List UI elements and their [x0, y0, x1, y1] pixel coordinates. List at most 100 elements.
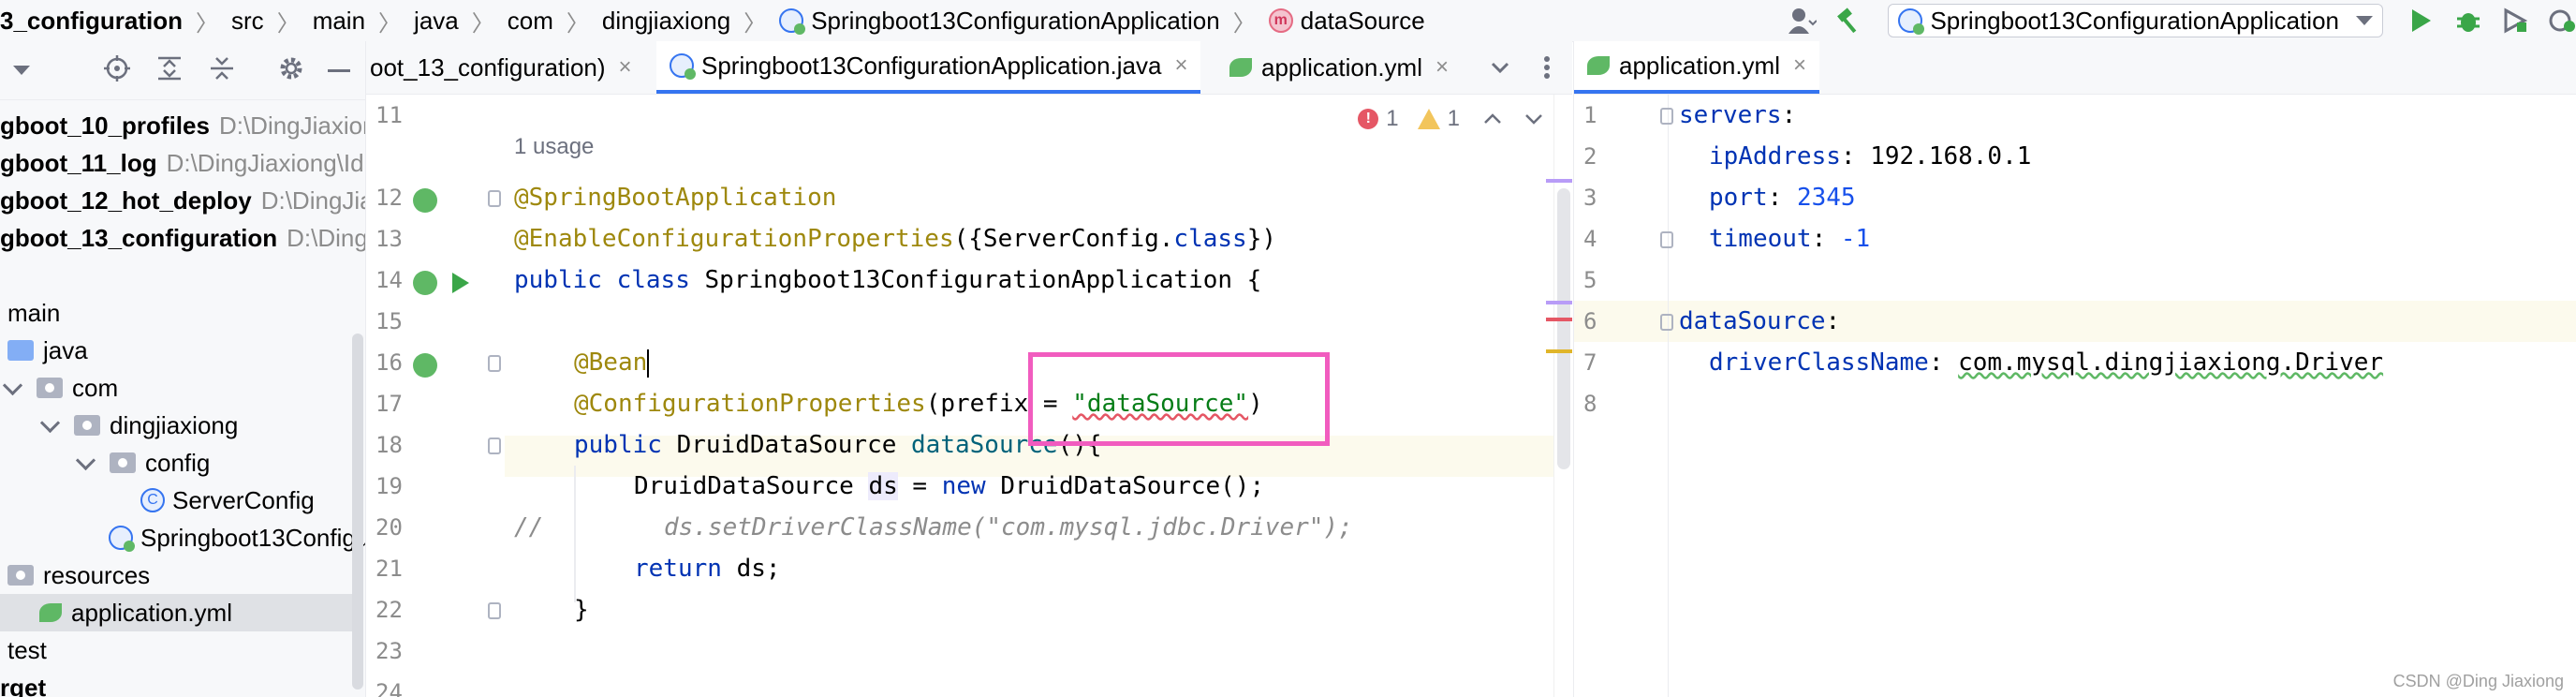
- error-stripe-marker[interactable]: [1546, 318, 1572, 321]
- highlight-annotation-box: [1028, 352, 1330, 446]
- breadcrumb-project[interactable]: 3_configuration: [0, 7, 183, 36]
- project-panel: gboot_10_profiles D:\DingJiaxion gboot_11…: [0, 41, 366, 697]
- text-cursor: [647, 348, 650, 378]
- breadcrumb-com[interactable]: com: [508, 7, 553, 36]
- spring-bean-gutter-icon[interactable]: [413, 353, 437, 378]
- close-icon[interactable]: ×: [619, 54, 632, 81]
- line-number: 23: [375, 638, 403, 664]
- tree-item-config[interactable]: config: [73, 444, 210, 482]
- tree-item-application-yml[interactable]: application.yml: [0, 594, 352, 631]
- tree-item-module[interactable]: gboot_13_configuration D:\Ding: [0, 219, 365, 257]
- locate-icon[interactable]: [103, 54, 131, 82]
- tree-item-module[interactable]: gboot_12_hot_deploy D:\DingJia: [0, 182, 365, 219]
- tab-application-yml-right[interactable]: application.yml ×: [1574, 41, 1819, 94]
- tree-item-module[interactable]: gboot_11_log D:\DingJiaxiong\Id: [0, 144, 364, 182]
- tree-item-com[interactable]: com: [0, 369, 118, 407]
- breadcrumb-java[interactable]: java: [414, 7, 459, 36]
- line-number: 4: [1583, 226, 1597, 252]
- tree-item-dingjiaxiong[interactable]: dingjiaxiong: [37, 407, 238, 444]
- chevron-down-icon[interactable]: [13, 66, 30, 75]
- chevron-up-icon[interactable]: [1482, 109, 1503, 129]
- yml-line-4: timeout: -1: [1709, 225, 1871, 253]
- resources-folder-icon: [7, 565, 34, 586]
- tree-item-resources[interactable]: resources: [7, 556, 150, 594]
- fold-marker-icon[interactable]: [1660, 314, 1673, 331]
- breadcrumb-class[interactable]: Springboot13ConfigurationApplication: [779, 7, 1220, 36]
- code-line-18: public DruidDataSource dataSource(){: [574, 431, 1102, 459]
- close-icon[interactable]: ×: [1793, 52, 1806, 79]
- debug-icon[interactable]: [2454, 7, 2482, 35]
- breadcrumb-method[interactable]: m dataSource: [1268, 7, 1425, 36]
- tab-application-yml[interactable]: application.yml ×: [1229, 41, 1449, 94]
- more-options-icon[interactable]: [1533, 53, 1561, 82]
- editor-tab-bar: oot_13_configuration) × Springboot13Conf…: [366, 41, 1572, 95]
- breadcrumb-dingjiaxiong[interactable]: dingjiaxiong: [602, 7, 730, 36]
- line-number: 11: [375, 102, 403, 128]
- chevron-down-icon: [2356, 16, 2373, 25]
- breadcrumb-separator: 〉: [743, 10, 767, 37]
- spring-class-icon: [109, 526, 135, 552]
- chevron-down-icon[interactable]: [75, 450, 96, 470]
- profiler-icon[interactable]: [2548, 7, 2576, 35]
- tree-item-main[interactable]: main: [7, 294, 60, 332]
- error-stripe-marker[interactable]: [1546, 179, 1572, 183]
- fold-marker-icon[interactable]: [488, 190, 501, 207]
- project-scrollbar[interactable]: [352, 334, 363, 690]
- fold-marker-icon[interactable]: [488, 437, 501, 454]
- inspection-widget[interactable]: ! 1 1: [1358, 106, 1544, 132]
- close-icon[interactable]: ×: [1435, 54, 1449, 81]
- gear-icon[interactable]: [277, 54, 305, 82]
- editor-gutter: 11 12 13 14 15 16 17 18 19 20 21 22 23 2…: [366, 95, 505, 697]
- close-icon[interactable]: ×: [1174, 52, 1187, 79]
- user-icon[interactable]: [1788, 7, 1818, 35]
- chevron-down-icon[interactable]: [2, 375, 23, 395]
- tree-item-serverconfig[interactable]: C ServerConfig: [140, 482, 315, 519]
- breadcrumb-main[interactable]: main: [313, 7, 365, 36]
- navigation-bar: 3_configuration 〉 src 〉 main 〉 java 〉 co…: [0, 0, 2576, 42]
- yml-editor[interactable]: 1 2 3 4 5 6 7 8 servers: ipAddress: 192.…: [1573, 95, 2576, 697]
- coverage-icon[interactable]: [2501, 7, 2529, 35]
- error-stripe-marker[interactable]: [1546, 301, 1572, 304]
- run-icon[interactable]: [2407, 7, 2436, 35]
- tree-item-java[interactable]: java: [7, 332, 88, 369]
- fold-marker-icon[interactable]: [488, 355, 501, 372]
- class-icon: C: [140, 488, 165, 512]
- run-gutter-icon[interactable]: [452, 273, 469, 293]
- scroll-thumb[interactable]: [1557, 188, 1570, 469]
- line-number: 24: [375, 679, 403, 697]
- line-number: 22: [375, 597, 403, 623]
- minimize-icon[interactable]: [328, 69, 350, 72]
- line-number: 17: [375, 391, 403, 417]
- hammer-build-icon[interactable]: [1835, 7, 1863, 35]
- yml-gutter-divider: [1668, 95, 1669, 697]
- spring-yml-icon: [1587, 56, 1610, 75]
- tab-module-file[interactable]: oot_13_configuration) ×: [370, 41, 632, 94]
- line-number: 20: [375, 514, 403, 541]
- editor-scrollbar[interactable]: [1553, 95, 1572, 697]
- chevron-down-icon[interactable]: [1486, 53, 1514, 82]
- chevron-down-icon[interactable]: [1524, 109, 1544, 129]
- java-editor[interactable]: 11 12 13 14 15 16 17 18 19 20 21 22 23 2…: [366, 95, 1572, 697]
- spring-bean-gutter-icon[interactable]: [413, 271, 437, 295]
- line-number: 19: [375, 473, 403, 499]
- line-number: 5: [1583, 267, 1597, 293]
- code-line-16: @Bean: [574, 348, 650, 378]
- fold-marker-icon[interactable]: [1660, 231, 1673, 248]
- fold-marker-icon[interactable]: [488, 602, 501, 619]
- yml-line-2: ipAddress: 192.168.0.1: [1709, 142, 2032, 171]
- error-stripe-marker[interactable]: [1546, 349, 1572, 353]
- breadcrumb-separator: 〉: [471, 10, 494, 37]
- expand-all-icon[interactable]: [155, 54, 184, 82]
- collapse-all-icon[interactable]: [208, 54, 236, 82]
- breadcrumb-src[interactable]: src: [231, 7, 264, 36]
- tree-item-test[interactable]: test: [7, 631, 47, 669]
- spring-bean-gutter-icon[interactable]: [413, 188, 437, 213]
- fold-marker-icon[interactable]: [1660, 108, 1673, 125]
- usage-hint[interactable]: 1 usage: [514, 134, 594, 160]
- chevron-down-icon[interactable]: [39, 412, 61, 433]
- tree-item-module[interactable]: gboot_10_profiles D:\DingJiaxion: [0, 107, 365, 144]
- run-configuration-select[interactable]: Springboot13ConfigurationApplication: [1888, 4, 2383, 37]
- tab-application-java[interactable]: Springboot13ConfigurationApplication.jav…: [656, 41, 1201, 94]
- tree-item-application-class[interactable]: Springboot13Configu: [109, 519, 365, 556]
- tree-item-target[interactable]: rget: [0, 669, 46, 697]
